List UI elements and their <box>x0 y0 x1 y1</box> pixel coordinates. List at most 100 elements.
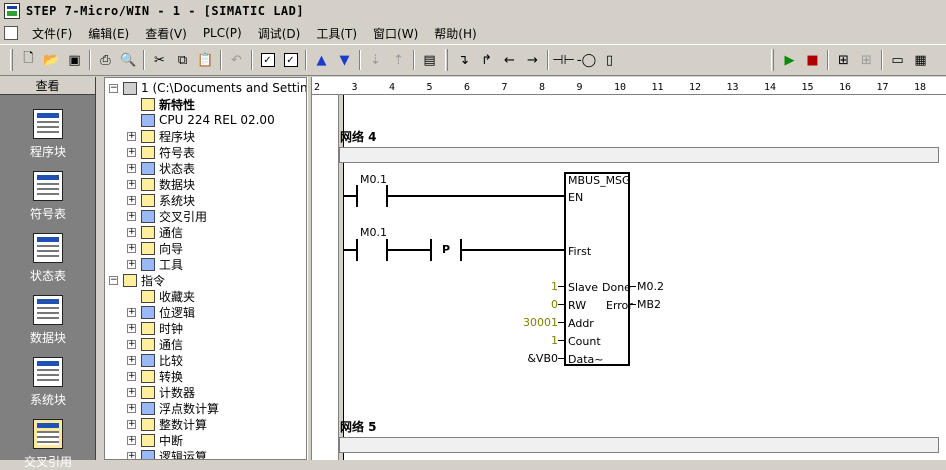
line-up-icon[interactable]: ↱ <box>475 49 498 71</box>
expand-icon[interactable]: + <box>127 243 136 253</box>
network-4-comment[interactable] <box>339 147 939 163</box>
menu-tools[interactable]: 工具(T) <box>308 25 365 42</box>
compile-icon[interactable]: ✓ <box>256 49 279 71</box>
menu-plc[interactable]: PLC(P) <box>195 26 250 40</box>
nav-data-block[interactable]: 数据块 <box>0 295 96 346</box>
expand-icon[interactable]: + <box>127 371 136 381</box>
tree-item[interactable]: + 状态表 <box>127 160 195 176</box>
tree-item[interactable]: + 比较 <box>127 352 183 368</box>
tree-item[interactable]: + 符号表 <box>127 144 195 160</box>
save-icon[interactable]: ▣ <box>63 49 86 71</box>
compile-all-icon[interactable]: ✓ <box>279 49 302 71</box>
nav-cross-reference[interactable]: 交叉引用 <box>0 419 96 470</box>
network-5-comment[interactable] <box>339 437 939 453</box>
contact-2[interactable] <box>356 239 358 261</box>
contact-2-address[interactable]: M0.1 <box>360 226 387 239</box>
copy-icon[interactable]: ⧉ <box>171 49 194 71</box>
network-4-title[interactable]: 网络 4 <box>340 128 377 145</box>
tree-item[interactable]: + 浮点数计算 <box>127 400 219 416</box>
cut-icon[interactable]: ✂ <box>148 49 171 71</box>
network-5-title[interactable]: 网络 5 <box>340 418 377 435</box>
monitor-icon[interactable]: ▭ <box>886 49 909 71</box>
expand-icon[interactable]: + <box>127 147 136 157</box>
navbar-header[interactable]: 查看 <box>0 77 95 95</box>
contact-1-address[interactable]: M0.1 <box>360 173 387 186</box>
menu-help[interactable]: 帮助(H) <box>426 25 484 42</box>
options-icon[interactable]: ▤ <box>418 49 441 71</box>
tree-item[interactable]: + 工具 <box>127 256 183 272</box>
undo-icon[interactable]: ↶ <box>225 49 248 71</box>
contact-1[interactable] <box>356 185 358 207</box>
collapse-icon[interactable]: − <box>109 83 118 93</box>
tree-item[interactable]: + 中断 <box>127 432 183 448</box>
tree-item[interactable]: + 程序块 <box>127 128 195 144</box>
nav-system-block[interactable]: 系统块 <box>0 357 96 408</box>
error-value[interactable]: MB2 <box>637 298 661 311</box>
tree-item[interactable]: 新特性 <box>127 96 195 112</box>
p-contact[interactable] <box>430 239 432 261</box>
box-icon[interactable]: ▯ <box>598 49 621 71</box>
tree-item[interactable]: − 指令 <box>109 272 165 288</box>
line-down-icon[interactable]: ↴ <box>452 49 475 71</box>
tree-item[interactable]: + 转换 <box>127 368 183 384</box>
expand-icon[interactable]: + <box>127 195 136 205</box>
line-left-icon[interactable]: ← <box>498 49 521 71</box>
tree-item[interactable]: + 整数计算 <box>127 416 207 432</box>
print-preview-icon[interactable]: 🔍 <box>117 49 140 71</box>
menu-view[interactable]: 查看(V) <box>137 25 195 42</box>
expand-icon[interactable]: + <box>127 339 136 349</box>
more-icon[interactable]: ▦ <box>909 49 932 71</box>
addr-value[interactable]: 30001 <box>492 316 558 329</box>
expand-icon[interactable]: + <box>127 211 136 221</box>
tree-item[interactable]: 收藏夹 <box>127 288 195 304</box>
rw-value[interactable]: 0 <box>492 298 558 311</box>
expand-icon[interactable]: + <box>127 387 136 397</box>
contact-icon[interactable]: ⊣⊢ <box>552 49 575 71</box>
run-icon[interactable]: ▶ <box>778 49 801 71</box>
upload-icon[interactable]: ▲ <box>310 49 333 71</box>
tree-item[interactable]: + 逻辑运算 <box>127 448 207 459</box>
lad-editor[interactable]: 2 3 4 5 6 7 8 9 10 11 12 13 14 15 16 17 18 网络 4 M0.1 M0.… <box>312 77 946 460</box>
toolbar-grip[interactable] <box>10 49 13 71</box>
expand-icon[interactable]: + <box>127 451 136 459</box>
tree-item[interactable]: + 位逻辑 <box>127 304 195 320</box>
expand-icon[interactable]: + <box>127 179 136 189</box>
expand-icon[interactable]: + <box>127 259 136 269</box>
expand-icon[interactable]: + <box>127 131 136 141</box>
program-status-icon[interactable]: ⊞ <box>832 49 855 71</box>
expand-icon[interactable]: + <box>127 355 136 365</box>
expand-icon[interactable]: + <box>127 403 136 413</box>
open-icon[interactable]: 📂 <box>40 49 63 71</box>
nav-status-table[interactable]: 状态表 <box>0 233 96 284</box>
mbus-msg-box[interactable]: MBUS_MSG EN First Slave RW Addr Count Da… <box>564 172 633 366</box>
expand-icon[interactable]: + <box>127 419 136 429</box>
tree-project-root[interactable]: − 1 (C:\Documents and Settings\hu <box>109 80 306 96</box>
expand-icon[interactable]: + <box>127 163 136 173</box>
count-value[interactable]: 1 <box>492 334 558 347</box>
document-icon[interactable] <box>4 26 18 40</box>
coil-icon[interactable]: -◯ <box>575 49 598 71</box>
slave-value[interactable]: 1 <box>492 280 558 293</box>
tree-item[interactable]: + 通信 <box>127 336 183 352</box>
tree-item[interactable]: + 向导 <box>127 240 183 256</box>
expand-icon[interactable]: + <box>127 323 136 333</box>
data-value[interactable]: &VB0 <box>492 352 558 365</box>
expand-icon[interactable]: + <box>127 227 136 237</box>
tree-item[interactable]: + 时钟 <box>127 320 183 336</box>
done-value[interactable]: M0.2 <box>637 280 664 293</box>
nav-program-block[interactable]: 程序块 <box>0 109 96 160</box>
chart-status-icon[interactable]: ⊞ <box>855 49 878 71</box>
app-icon[interactable] <box>4 3 20 19</box>
print-icon[interactable]: ⎙ <box>94 49 117 71</box>
menu-window[interactable]: 窗口(W) <box>365 25 426 42</box>
line-right-icon[interactable]: → <box>521 49 544 71</box>
stop-icon[interactable]: ■ <box>801 49 824 71</box>
tree-item[interactable]: + 系统块 <box>127 192 195 208</box>
tree-item[interactable]: + 通信 <box>127 224 183 240</box>
menu-edit[interactable]: 编辑(E) <box>80 25 137 42</box>
tree-item[interactable]: + 数据块 <box>127 176 195 192</box>
download-icon[interactable]: ▼ <box>333 49 356 71</box>
menu-debug[interactable]: 调试(D) <box>250 25 309 42</box>
new-icon[interactable]: 🗋 <box>17 49 40 71</box>
nav-symbol-table[interactable]: 符号表 <box>0 171 96 222</box>
